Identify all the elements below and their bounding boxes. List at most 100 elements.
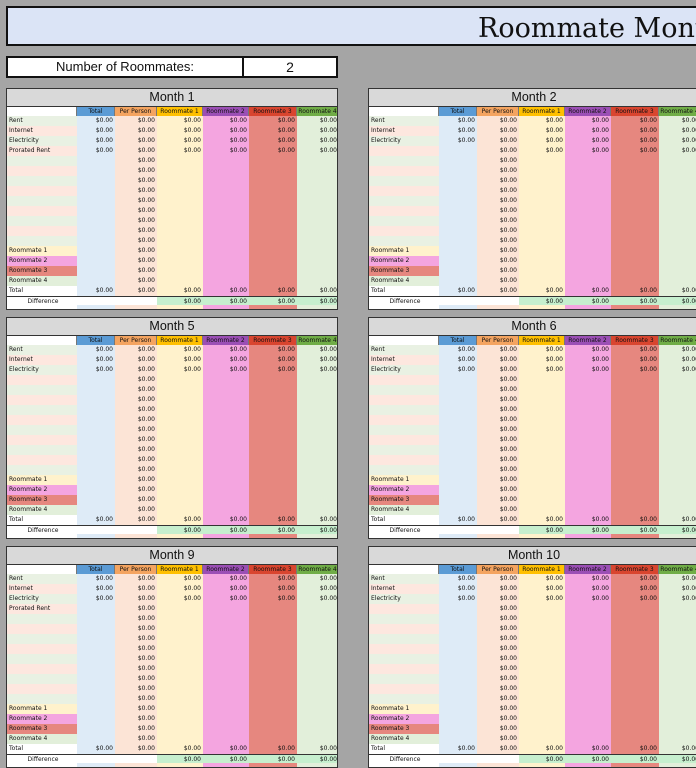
amount-cell[interactable]: $0.00 [115, 684, 157, 694]
amount-cell[interactable] [519, 156, 565, 166]
amount-cell[interactable] [297, 485, 337, 495]
amount-cell[interactable]: $0.00 [477, 445, 519, 455]
amount-cell[interactable] [203, 724, 249, 734]
row-label[interactable] [7, 445, 77, 455]
row-label[interactable]: Prorated Rent [7, 146, 77, 156]
amount-cell[interactable] [565, 684, 611, 694]
amount-cell[interactable] [659, 216, 696, 226]
amount-cell[interactable] [77, 445, 115, 455]
amount-cell[interactable] [77, 624, 115, 634]
amount-cell[interactable] [519, 385, 565, 395]
row-label[interactable] [369, 684, 439, 694]
amount-cell[interactable]: $0.00 [157, 286, 203, 296]
amount-cell[interactable] [519, 475, 565, 485]
amount-cell[interactable]: $0.00 [477, 146, 519, 156]
amount-cell[interactable] [203, 455, 249, 465]
amount-cell[interactable] [249, 256, 297, 266]
amount-cell[interactable]: $0.00 [519, 355, 565, 365]
amount-cell[interactable] [519, 375, 565, 385]
amount-cell[interactable]: $0.00 [439, 345, 477, 355]
amount-cell[interactable]: $0.00 [611, 126, 659, 136]
amount-cell[interactable] [565, 505, 611, 515]
amount-cell[interactable] [611, 276, 659, 286]
amount-cell[interactable] [203, 425, 249, 435]
amount-cell[interactable] [77, 405, 115, 415]
amount-cell[interactable]: $0.00 [297, 365, 337, 375]
amount-cell[interactable] [77, 196, 115, 206]
amount-cell[interactable] [439, 256, 477, 266]
amount-cell[interactable] [249, 166, 297, 176]
amount-cell[interactable]: $0.00 [477, 435, 519, 445]
amount-cell[interactable] [249, 694, 297, 704]
amount-cell[interactable] [157, 226, 203, 236]
amount-cell[interactable]: $0.00 [203, 574, 249, 584]
amount-cell[interactable] [519, 445, 565, 455]
amount-cell[interactable] [157, 634, 203, 644]
amount-cell[interactable] [157, 684, 203, 694]
column-header[interactable]: Total [77, 336, 115, 345]
row-label[interactable]: Prorated Rent [7, 604, 77, 614]
amount-cell[interactable] [519, 276, 565, 286]
amount-cell[interactable]: $0.00 [249, 116, 297, 126]
row-label[interactable]: Roommate 2 [7, 714, 77, 724]
amount-cell[interactable]: $0.00 [611, 146, 659, 156]
amount-cell[interactable] [565, 395, 611, 405]
amount-cell[interactable] [249, 226, 297, 236]
amount-cell[interactable] [519, 614, 565, 624]
row-label[interactable] [369, 654, 439, 664]
amount-cell[interactable]: $0.00 [659, 286, 696, 296]
amount-cell[interactable] [297, 226, 337, 236]
amount-cell[interactable]: $0.00 [519, 574, 565, 584]
amount-cell[interactable]: $0.00 [519, 116, 565, 126]
amount-cell[interactable]: $0.00 [477, 196, 519, 206]
amount-cell[interactable]: $0.00 [203, 286, 249, 296]
amount-cell[interactable] [439, 445, 477, 455]
amount-cell[interactable] [203, 674, 249, 684]
amount-cell[interactable] [77, 604, 115, 614]
row-label[interactable]: Electricity [7, 136, 77, 146]
amount-cell[interactable] [77, 714, 115, 724]
row-label[interactable] [369, 385, 439, 395]
amount-cell[interactable] [565, 445, 611, 455]
amount-cell[interactable] [439, 684, 477, 694]
amount-cell[interactable]: $0.00 [115, 624, 157, 634]
amount-cell[interactable] [297, 694, 337, 704]
amount-cell[interactable]: $0.00 [249, 345, 297, 355]
amount-cell[interactable] [157, 425, 203, 435]
amount-cell[interactable]: $0.00 [477, 485, 519, 495]
amount-cell[interactable]: $0.00 [249, 355, 297, 365]
amount-cell[interactable] [659, 644, 696, 654]
amount-cell[interactable] [659, 415, 696, 425]
amount-cell[interactable] [565, 156, 611, 166]
row-label[interactable] [7, 624, 77, 634]
amount-cell[interactable] [157, 624, 203, 634]
amount-cell[interactable] [249, 395, 297, 405]
amount-cell[interactable]: $0.00 [565, 594, 611, 604]
amount-cell[interactable] [565, 694, 611, 704]
amount-cell[interactable]: $0.00 [611, 574, 659, 584]
amount-cell[interactable] [611, 256, 659, 266]
amount-cell[interactable] [611, 176, 659, 186]
amount-cell[interactable]: $0.00 [439, 744, 477, 754]
amount-cell[interactable] [249, 714, 297, 724]
amount-cell[interactable] [297, 206, 337, 216]
row-label[interactable]: Total [7, 744, 77, 754]
row-label[interactable]: Roommate 4 [7, 734, 77, 744]
column-header[interactable] [7, 336, 77, 345]
amount-cell[interactable] [439, 375, 477, 385]
amount-cell[interactable] [249, 425, 297, 435]
amount-cell[interactable] [249, 455, 297, 465]
amount-cell[interactable] [203, 236, 249, 246]
amount-cell[interactable]: $0.00 [249, 365, 297, 375]
amount-cell[interactable] [249, 634, 297, 644]
row-label[interactable]: Total [369, 286, 439, 296]
row-label[interactable] [369, 614, 439, 624]
amount-cell[interactable]: $0.00 [659, 515, 696, 525]
amount-cell[interactable] [439, 714, 477, 724]
amount-cell[interactable] [611, 226, 659, 236]
amount-cell[interactable]: $0.00 [659, 136, 696, 146]
amount-cell[interactable] [157, 445, 203, 455]
amount-cell[interactable] [297, 425, 337, 435]
amount-cell[interactable] [519, 236, 565, 246]
row-label[interactable] [7, 375, 77, 385]
